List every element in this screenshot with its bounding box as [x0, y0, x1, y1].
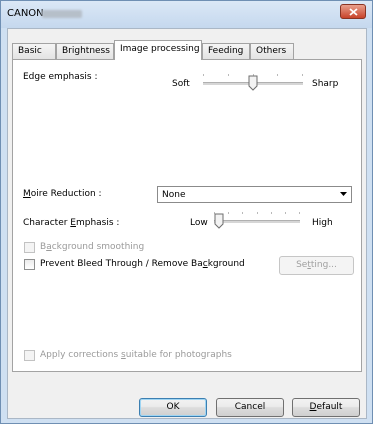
slider-track: [214, 220, 300, 223]
character-emphasis-label: Character Emphasis :: [23, 218, 120, 228]
window-title: CANON: [7, 8, 44, 19]
slider-tick: [228, 212, 229, 214]
slider-tick: [285, 212, 286, 214]
tab-label: Basic: [18, 46, 42, 56]
moire-reduction-label: Moire Reduction :: [23, 189, 102, 199]
close-icon: [349, 8, 358, 16]
title-bar[interactable]: CANON: [1, 1, 372, 28]
background-smoothing-label: Background smoothing: [40, 242, 145, 252]
setting-button[interactable]: Setting...: [279, 256, 354, 275]
chevron-down-icon: [340, 192, 347, 196]
apply-photo-corrections-label: Apply corrections suitable for photograp…: [40, 350, 232, 360]
tab-label: Feeding: [208, 46, 244, 56]
scanner-dialog-window: CANON Basic Brightness Image processing …: [0, 0, 373, 424]
character-emphasis-high-label: High: [312, 218, 333, 228]
slider-tick: [228, 74, 229, 76]
moire-reduction-select[interactable]: None: [157, 186, 352, 203]
default-button[interactable]: Default: [292, 398, 360, 417]
tab-label: Others: [256, 46, 287, 56]
prevent-bleed-label: Prevent Bleed Through / Remove Backgroun…: [40, 259, 245, 269]
moire-reduction-value: None: [162, 190, 186, 200]
dialog-client-area: Basic Brightness Image processing Feedin…: [7, 28, 367, 419]
edge-emphasis-soft-label: Soft: [172, 79, 190, 89]
background-smoothing-checkbox[interactable]: [24, 242, 35, 253]
slider-tick: [257, 212, 258, 214]
cancel-button[interactable]: Cancel: [216, 398, 284, 417]
ok-button[interactable]: OK: [139, 398, 207, 417]
slider-tick: [271, 212, 272, 214]
slider-thumb[interactable]: [248, 75, 258, 91]
slider-thumb[interactable]: [214, 213, 224, 229]
slider-tick: [302, 74, 303, 76]
edge-emphasis-sharp-label: Sharp: [312, 79, 339, 89]
tab-feeding[interactable]: Feeding: [202, 43, 250, 59]
prevent-bleed-checkbox[interactable]: [24, 259, 35, 270]
tab-brightness[interactable]: Brightness: [56, 43, 114, 59]
tab-image-processing[interactable]: Image processing: [114, 40, 202, 60]
slider-tick: [242, 212, 243, 214]
apply-photo-corrections-checkbox[interactable]: [24, 350, 35, 361]
edge-emphasis-label: Edge emphasis :: [23, 72, 98, 82]
edge-emphasis-slider[interactable]: [203, 68, 303, 92]
tab-basic[interactable]: Basic: [12, 43, 56, 59]
slider-tick: [277, 74, 278, 76]
tab-label: Image processing: [120, 44, 200, 54]
tab-others[interactable]: Others: [250, 43, 294, 59]
character-emphasis-slider[interactable]: [214, 206, 300, 230]
tab-label: Brightness: [62, 46, 110, 56]
slider-tick: [299, 212, 300, 214]
slider-tick: [203, 74, 204, 76]
close-button[interactable]: [340, 4, 366, 19]
image-processing-panel: Edge emphasis : Soft Sharp Moire Reducti…: [12, 59, 362, 372]
character-emphasis-low-label: Low: [190, 218, 208, 228]
redacted-model-name: [42, 10, 82, 18]
